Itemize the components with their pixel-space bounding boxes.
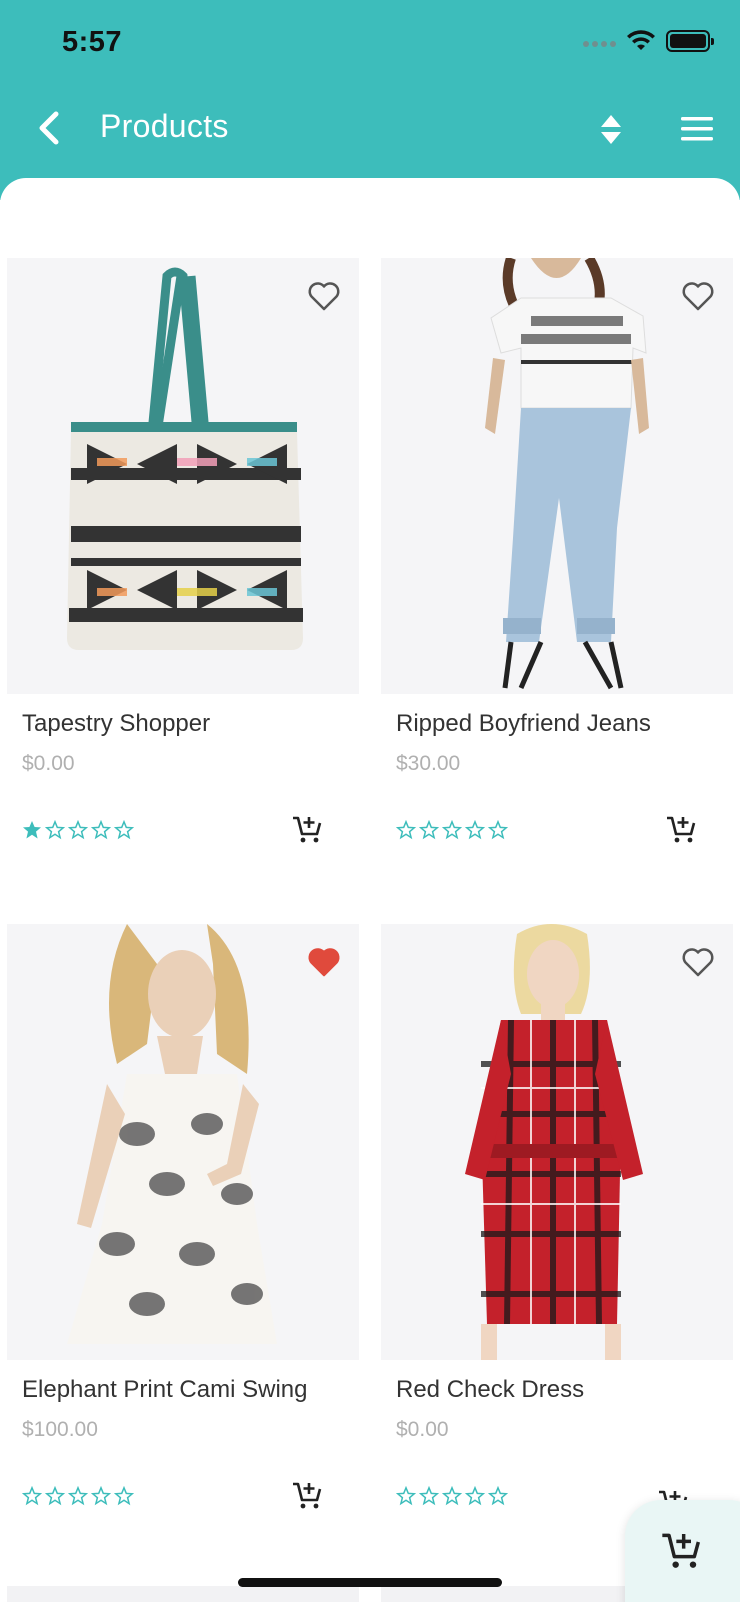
star-outline-icon (22, 1486, 42, 1506)
star-outline-icon (465, 1486, 485, 1506)
hamburger-menu-icon[interactable] (680, 114, 714, 144)
rating-stars (396, 1486, 508, 1506)
star-outline-icon (396, 1486, 416, 1506)
home-indicator[interactable] (238, 1578, 502, 1587)
star-outline-icon (91, 1486, 111, 1506)
star-filled-icon (23, 821, 41, 839)
star-outline-icon (91, 820, 111, 840)
product-card-peek (7, 1586, 359, 1602)
wifi-icon (627, 30, 655, 50)
heart-icon[interactable] (307, 280, 341, 312)
product-price: $0.00 (22, 752, 75, 775)
product-image[interactable] (7, 258, 359, 694)
add-to-cart-icon (662, 1533, 701, 1568)
star-outline-icon (488, 1486, 508, 1506)
rating-stars (396, 820, 508, 840)
star-outline-icon (465, 820, 485, 840)
rating-stars (22, 1486, 134, 1506)
star-outline-icon (114, 820, 134, 840)
add-to-cart-icon[interactable] (292, 1480, 322, 1510)
app-header: 5:57 Products (0, 0, 740, 200)
star-outline-icon (488, 820, 508, 840)
add-to-cart-icon[interactable] (292, 814, 322, 844)
product-card[interactable]: Elephant Print Cami Swing $100.00 (7, 924, 359, 1564)
star-outline-icon (419, 820, 439, 840)
star-outline-icon (442, 1486, 462, 1506)
status-time: 5:57 (62, 26, 123, 58)
sort-icon[interactable] (596, 112, 626, 148)
product-name[interactable]: Tapestry Shopper (22, 710, 210, 738)
product-price: $30.00 (396, 752, 461, 775)
product-card[interactable]: Red Check Dress $0.00 (381, 924, 733, 1564)
product-name[interactable]: Elephant Print Cami Swing (22, 1376, 307, 1404)
product-name[interactable]: Red Check Dress (396, 1376, 584, 1404)
product-image[interactable] (381, 924, 733, 1360)
floating-cart-button[interactable] (625, 1500, 740, 1602)
product-image[interactable] (7, 924, 359, 1360)
star-outline-icon (68, 820, 88, 840)
product-card[interactable]: Tapestry Shopper $0.00 (7, 258, 359, 898)
product-image[interactable] (381, 258, 733, 694)
product-card[interactable]: Ripped Boyfriend Jeans $30.00 (381, 258, 733, 898)
star-outline-icon (396, 820, 416, 840)
rating-stars (22, 820, 134, 840)
star-outline-icon (68, 1486, 88, 1506)
product-price: $0.00 (396, 1418, 449, 1441)
heart-icon[interactable] (307, 946, 341, 978)
star-outline-icon (45, 820, 65, 840)
star-outline-icon (442, 820, 462, 840)
page-title: Products (100, 108, 229, 144)
status-icons (583, 30, 714, 52)
star-outline-icon (114, 1486, 134, 1506)
add-to-cart-icon[interactable] (666, 814, 696, 844)
heart-icon[interactable] (681, 946, 715, 978)
signal-icon (583, 41, 616, 47)
battery-icon (666, 30, 714, 52)
product-name[interactable]: Ripped Boyfriend Jeans (396, 710, 651, 738)
product-grid: Tapestry Shopper $0.00 Ripped Boyfriend … (0, 178, 740, 1602)
heart-icon[interactable] (681, 280, 715, 312)
star-outline-icon (45, 1486, 65, 1506)
chevron-left-icon[interactable] (34, 108, 66, 148)
star-outline-icon (419, 1486, 439, 1506)
product-price: $100.00 (22, 1418, 98, 1441)
